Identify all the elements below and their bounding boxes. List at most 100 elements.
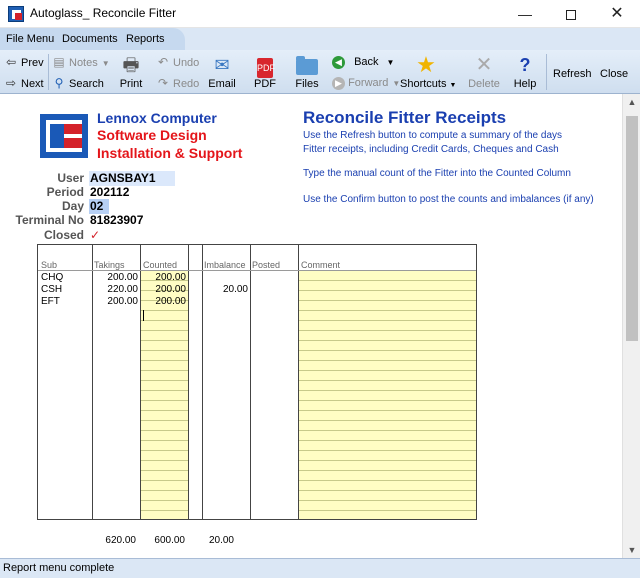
chevron-down-icon: ▼: [449, 82, 457, 89]
undo-button[interactable]: ↶ Undo: [156, 53, 199, 71]
delete-button[interactable]: ✕ Delete: [466, 50, 502, 94]
next-button[interactable]: ⇨ Next: [4, 74, 44, 92]
notes-button[interactable]: ▤ Notes ▼: [52, 53, 110, 71]
total-takings: 620.00: [105, 535, 136, 546]
reconcile-grid[interactable]: Sub Takings Counted Imbalance Posted Com…: [37, 244, 477, 520]
terminal-field[interactable]: 81823907: [89, 213, 143, 228]
undo-icon: ↶: [157, 55, 169, 69]
chevron-down-icon: ▼: [101, 59, 110, 68]
print-button[interactable]: 🖶 Print: [115, 50, 147, 94]
prev-label: Prev: [21, 57, 44, 69]
cell-takings[interactable]: 200.00: [92, 296, 138, 307]
shortcuts-button[interactable]: ★ Shortcuts ▼: [400, 50, 456, 94]
redo-icon: ↷: [157, 76, 169, 90]
forward-label: Forward: [348, 77, 389, 89]
window-title: Autoglass_ Reconcile Fitter: [30, 6, 177, 20]
pdf-icon: PDF: [257, 58, 275, 78]
folder-icon: [296, 56, 318, 75]
email-icon: ✉: [214, 55, 230, 75]
refresh-button[interactable]: Refresh: [553, 65, 592, 83]
email-button[interactable]: ✉ Email: [204, 50, 240, 94]
scroll-up-icon[interactable]: ▲: [623, 94, 640, 110]
close-button[interactable]: Close: [600, 65, 628, 83]
title-bar: Autoglass_ Reconcile Fitter — ✕: [0, 0, 640, 28]
redo-label: Redo: [173, 78, 200, 90]
cell-counted[interactable]: 200.00: [140, 272, 186, 283]
status-bar: Report menu complete: [0, 558, 640, 578]
cell-imbalance[interactable]: [202, 272, 248, 283]
user-field[interactable]: AGNSBAY1: [89, 171, 175, 186]
menu-reports[interactable]: Reports: [126, 33, 165, 45]
cell-counted[interactable]: 200.00: [140, 296, 186, 307]
column-header-posted: Posted: [252, 260, 281, 270]
header-divider: [38, 270, 476, 271]
files-button[interactable]: Files: [292, 50, 322, 94]
help-icon: ?: [519, 55, 531, 75]
column-header-comment: Comment: [301, 260, 341, 270]
search-label: Search: [69, 78, 104, 90]
company-name: Lennox Computer: [97, 110, 217, 126]
period-field[interactable]: 202112: [89, 185, 129, 200]
help-button[interactable]: ? Help: [512, 50, 538, 94]
instruction-line: Fitter receipts, including Credit Cards,…: [303, 144, 559, 155]
toolbar-separator: [48, 54, 49, 90]
column-divider: [298, 245, 299, 519]
cell-sub[interactable]: EFT: [41, 296, 60, 307]
closed-checkmark-icon[interactable]: ✓: [89, 228, 100, 243]
back-label: Back: [354, 56, 379, 68]
files-label: Files: [295, 78, 319, 90]
counted-column-bg: [141, 271, 188, 519]
terminal-label: Terminal No: [15, 213, 84, 227]
back-arrow-icon: ⇦: [5, 55, 17, 69]
vertical-scrollbar[interactable]: ▲ ▼: [622, 94, 640, 558]
maximize-button[interactable]: [548, 0, 594, 28]
search-icon: ⚲: [54, 76, 64, 90]
instruction-line: Type the manual count of the Fitter into…: [303, 168, 571, 179]
back-circle-icon: ◀: [332, 55, 345, 69]
column-divider: [188, 245, 189, 519]
column-header-imbalance: Imbalance: [204, 260, 246, 270]
cell-counted[interactable]: 200.00: [140, 284, 186, 295]
closed-label: Closed: [43, 228, 84, 242]
search-button[interactable]: ⚲ Search: [52, 74, 104, 92]
total-counted: 600.00: [154, 535, 185, 546]
instruction-line: Use the Confirm button to post the count…: [303, 194, 594, 205]
cell-sub[interactable]: CHQ: [41, 272, 63, 283]
comment-column-bg: [299, 271, 476, 519]
page-title: Reconcile Fitter Receipts: [303, 108, 507, 127]
email-label: Email: [208, 78, 236, 90]
close-window-button[interactable]: ✕: [594, 0, 640, 28]
day-label: Day: [61, 199, 84, 213]
forward-circle-icon: ▶: [332, 76, 345, 90]
company-logo: [40, 114, 88, 158]
day-field[interactable]: 02: [89, 199, 109, 214]
delete-icon: ✕: [475, 54, 493, 76]
print-label: Print: [119, 78, 143, 90]
menu-file[interactable]: File Menu: [6, 33, 54, 45]
total-imbalance: 20.00: [208, 535, 234, 546]
pdf-label: PDF: [254, 78, 276, 90]
minimize-button[interactable]: —: [502, 0, 548, 28]
instruction-line: Use the Refresh button to compute a summ…: [303, 130, 563, 141]
notes-icon: ▤: [53, 55, 65, 69]
menu-documents[interactable]: Documents: [62, 33, 118, 45]
back-button[interactable]: ◀ Back ▼: [332, 53, 394, 71]
pdf-button[interactable]: PDF PDF: [250, 50, 280, 94]
text-cursor: [143, 310, 144, 321]
column-header-counted: Counted: [143, 260, 178, 270]
column-header-takings: Takings: [94, 260, 125, 270]
next-label: Next: [21, 78, 44, 90]
forward-button[interactable]: ▶ Forward ▼: [332, 74, 400, 92]
cell-takings[interactable]: 200.00: [92, 272, 138, 283]
prev-button[interactable]: ⇦ Prev: [4, 53, 44, 71]
scroll-down-icon[interactable]: ▼: [623, 542, 640, 558]
scroll-thumb[interactable]: [626, 116, 638, 341]
maximize-icon: [566, 10, 576, 21]
cell-imbalance[interactable]: 20.00: [202, 284, 248, 295]
cell-imbalance[interactable]: [202, 296, 248, 307]
period-label: Period: [46, 185, 84, 199]
cell-takings[interactable]: 220.00: [92, 284, 138, 295]
cell-sub[interactable]: CSH: [41, 284, 62, 295]
company-tagline-1: Software Design: [97, 127, 207, 143]
redo-button[interactable]: ↷ Redo: [156, 74, 199, 92]
